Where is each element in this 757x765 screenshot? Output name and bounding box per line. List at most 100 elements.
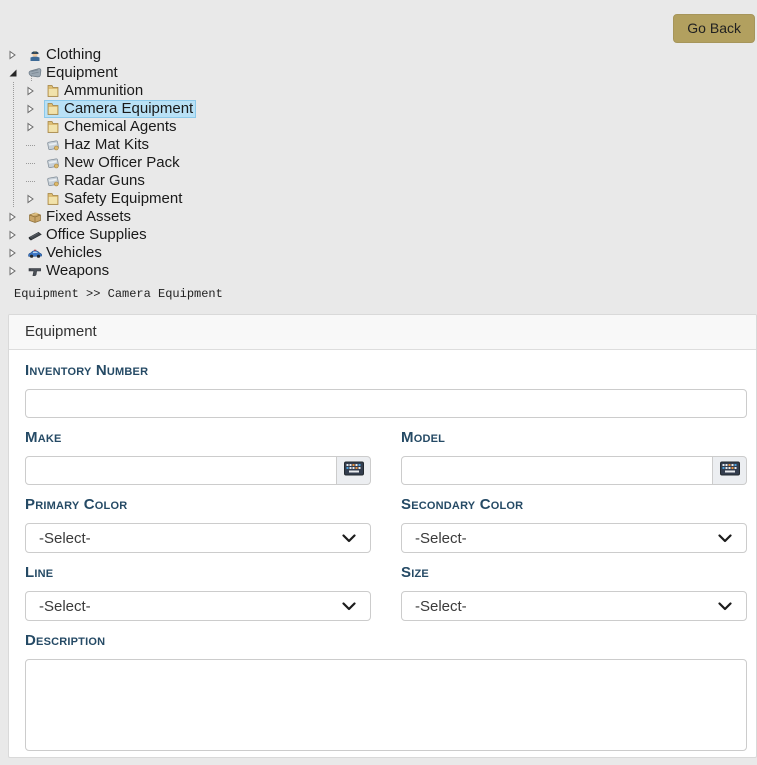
tree-item-label: Chemical Agents [64,118,177,136]
model-field[interactable] [401,456,713,485]
tree-item-office-supplies[interactable]: Office Supplies [0,226,757,244]
chevron-down-icon [342,530,356,547]
kit-icon [45,155,61,171]
expander-expanded-icon[interactable] [8,64,26,82]
tree-item-label: Weapons [46,262,109,280]
top-bar: Go Back [0,0,757,46]
expander-collapsed-icon[interactable] [26,190,44,208]
tree-item-label: Vehicles [46,244,102,262]
kit-icon [45,173,61,189]
tree-item-label: Clothing [46,46,101,64]
secondary-color-select[interactable]: -Select- [401,523,747,553]
tree-item-fixed-assets[interactable]: Fixed Assets [0,208,757,226]
description-field[interactable] [25,659,747,751]
folder-icon [45,101,61,117]
expander-collapsed-icon[interactable] [26,100,44,118]
size-label: Size [401,564,747,582]
expander-collapsed-icon[interactable] [8,262,26,280]
chevron-down-icon [718,530,732,547]
selected-option: -Select- [39,530,91,547]
primary-color-select[interactable]: -Select- [25,523,371,553]
line-label: Line [25,564,371,582]
tree-leaf-stub [26,136,44,154]
tree-node[interactable]: Safety Equipment [44,190,185,208]
make-field[interactable] [25,456,337,485]
expander-collapsed-icon[interactable] [8,226,26,244]
tree-item-label: Equipment [46,64,118,82]
tree-item-label: Office Supplies [46,226,147,244]
tree-node[interactable]: Ammunition [44,82,146,100]
kit-icon [45,137,61,153]
stapler-icon [27,227,43,243]
handgun-icon [27,263,43,279]
folder-icon [45,83,61,99]
tree-node[interactable]: Weapons [26,262,112,280]
keyboard-icon [720,461,740,481]
police-officer-icon [27,47,43,63]
model-label: Model [401,429,747,447]
tree-node[interactable]: Office Supplies [26,226,150,244]
tree-node[interactable]: Fixed Assets [26,208,134,226]
expander-collapsed-icon[interactable] [26,118,44,136]
police-car-icon [27,245,43,261]
description-label: Description [25,632,747,650]
tree-item-label: New Officer Pack [64,154,180,172]
tree-item-chemical-agents[interactable]: Chemical Agents [0,118,757,136]
tree-item-new-officer-pack[interactable]: New Officer Pack [0,154,757,172]
expander-collapsed-icon[interactable] [8,208,26,226]
go-back-button[interactable]: Go Back [673,14,755,43]
tree-node[interactable]: Clothing [26,46,104,64]
tree-node[interactable]: Vehicles [26,244,105,262]
keyboard-button[interactable] [713,456,747,485]
tree-item-camera-equipment[interactable]: Camera Equipment [0,100,757,118]
tree-item-clothing[interactable]: Clothing [0,46,757,64]
keyboard-button[interactable] [337,456,371,485]
secondary-color-label: Secondary Color [401,496,747,514]
tree-item-safety-equipment[interactable]: Safety Equipment [0,190,757,208]
tree-item-label: Camera Equipment [64,100,193,118]
folder-icon [45,191,61,207]
breadcrumb: Equipment >> Camera Equipment [14,287,757,301]
tree-leaf-stub [26,172,44,190]
tree-node-selected[interactable]: Camera Equipment [44,100,196,118]
selected-option: -Select- [39,598,91,615]
tree-item-label: Haz Mat Kits [64,136,149,154]
chevron-down-icon [718,598,732,615]
tree-item-label: Ammunition [64,82,143,100]
tree-item-weapons[interactable]: Weapons [0,262,757,280]
chevron-down-icon [342,598,356,615]
crate-icon [27,209,43,225]
inventory-number-label: Inventory Number [25,362,747,380]
inventory-tree: Clothing Equipment Ammunition Camera Equ… [0,46,757,280]
tree-node[interactable]: Haz Mat Kits [44,136,152,154]
expander-collapsed-icon[interactable] [8,46,26,64]
tree-item-vehicles[interactable]: Vehicles [0,244,757,262]
tree-item-equipment[interactable]: Equipment [0,64,757,82]
equipment-form-panel: Equipment Inventory Number Make Model [8,314,757,758]
tree-node[interactable]: Radar Guns [44,172,148,190]
tree-item-label: Radar Guns [64,172,145,190]
tree-node[interactable]: Chemical Agents [44,118,180,136]
expander-collapsed-icon[interactable] [8,244,26,262]
tree-node[interactable]: Equipment [26,64,121,82]
tree-item-label: Fixed Assets [46,208,131,226]
tree-item-ammunition[interactable]: Ammunition [0,82,757,100]
equipment-icon [27,65,43,81]
tree-item-label: Safety Equipment [64,190,182,208]
panel-body: Inventory Number Make Model [9,350,756,756]
tree-item-radar-guns[interactable]: Radar Guns [0,172,757,190]
line-select[interactable]: -Select- [25,591,371,621]
tree-node[interactable]: New Officer Pack [44,154,183,172]
selected-option: -Select- [415,598,467,615]
make-label: Make [25,429,371,447]
expander-collapsed-icon[interactable] [26,82,44,100]
size-select[interactable]: -Select- [401,591,747,621]
selected-option: -Select- [415,530,467,547]
panel-title: Equipment [9,315,756,350]
tree-item-haz-mat-kits[interactable]: Haz Mat Kits [0,136,757,154]
keyboard-icon [344,461,364,481]
tree-leaf-stub [26,154,44,172]
inventory-number-field[interactable] [25,389,747,418]
folder-icon [45,119,61,135]
primary-color-label: Primary Color [25,496,371,514]
